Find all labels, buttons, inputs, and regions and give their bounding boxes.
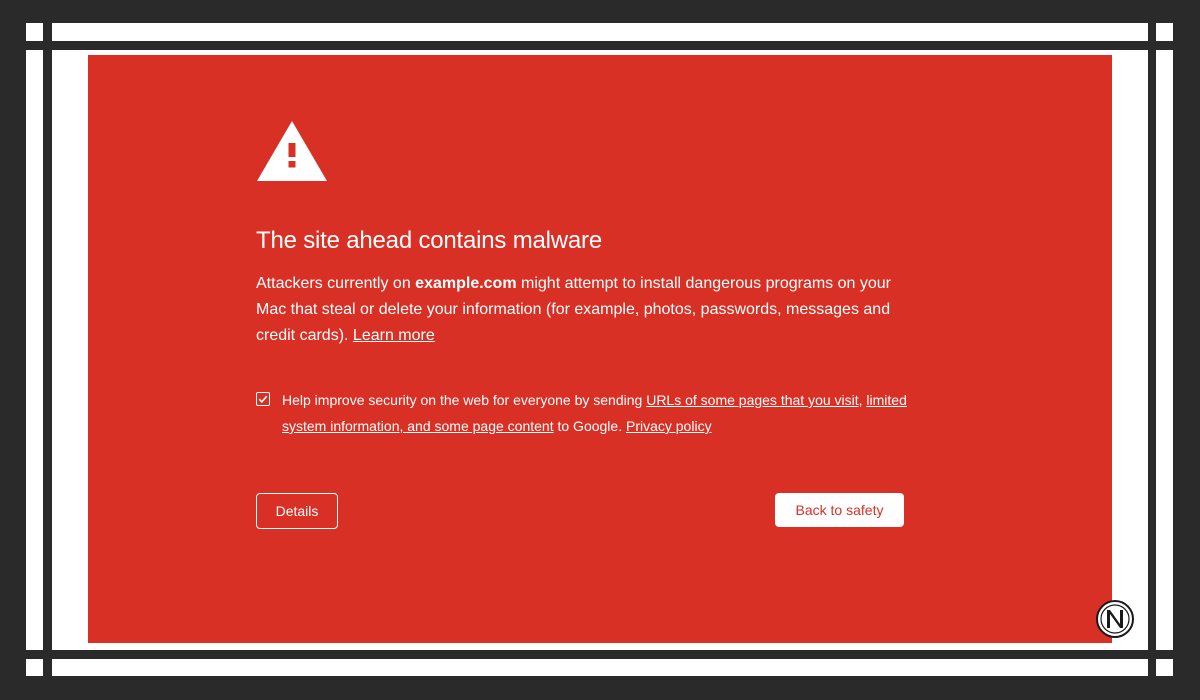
malware-warning-page: The site ahead contains malware Attacker… [88, 55, 1112, 643]
description-prefix: Attackers currently on [256, 275, 416, 292]
optin-text-prefix: Help improve security on the web for eve… [282, 392, 647, 408]
learn-more-link[interactable]: Learn more [353, 327, 435, 344]
warning-content: The site ahead contains malware Attacker… [256, 119, 907, 531]
site-domain: example.com [415, 275, 517, 292]
warning-description: Attackers currently on example.com might… [256, 271, 906, 349]
checkmark-icon [258, 395, 268, 403]
details-button[interactable]: Details [256, 493, 338, 529]
warning-triangle-icon [257, 121, 327, 181]
button-row: Details Back to safety [256, 493, 906, 531]
frame-bar [52, 659, 1148, 676]
frame-bar [26, 23, 43, 41]
back-to-safety-button[interactable]: Back to safety [775, 493, 904, 527]
urls-visited-link[interactable]: URLs of some pages that you visit, [646, 392, 862, 408]
frame-bar [1156, 659, 1173, 676]
n-logo-icon [1096, 600, 1134, 638]
privacy-policy-link[interactable]: Privacy policy [626, 418, 712, 434]
frame-bar [26, 659, 43, 676]
security-optin: Help improve security on the web for eve… [256, 387, 932, 439]
frame-bar [26, 50, 43, 650]
frame-bar [52, 23, 1148, 41]
frame-bar [1156, 50, 1173, 650]
screenshot-frame: The site ahead contains malware Attacker… [0, 0, 1200, 700]
frame-bar [1156, 23, 1173, 41]
page-title: The site ahead contains malware [256, 227, 602, 254]
optin-checkbox[interactable] [256, 392, 270, 406]
optin-text-middle: to Google. [553, 418, 626, 434]
